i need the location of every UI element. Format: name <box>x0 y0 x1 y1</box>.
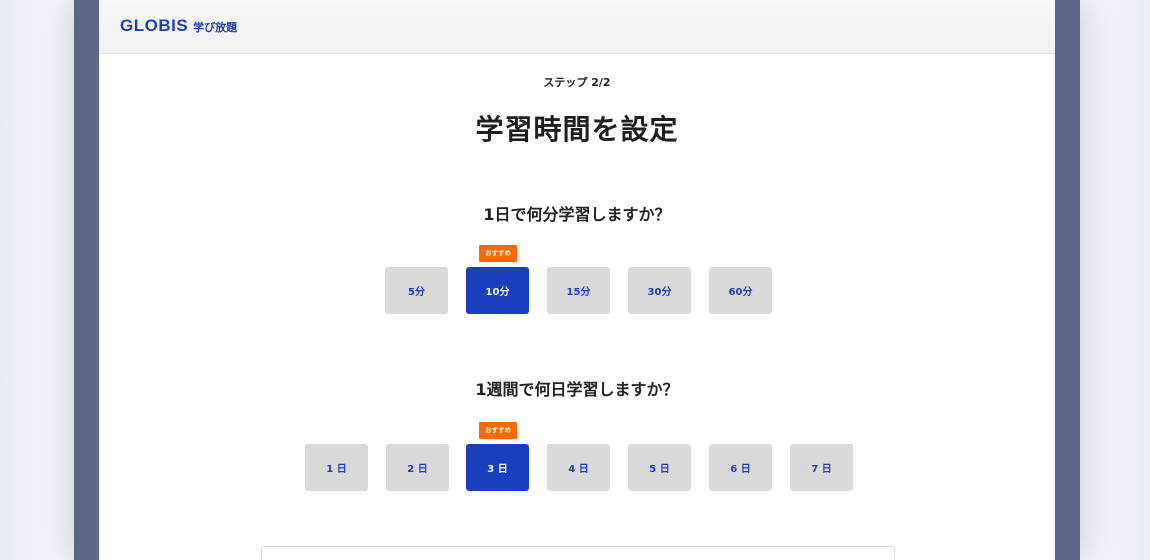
daily-option-10min[interactable]: 10分 <box>466 267 529 314</box>
app-screen: GLOBIS 学び放題 ステップ 2/2 学習時間を設定 1日で何分学習しますか… <box>99 0 1055 560</box>
logo-subtitle: 学び放題 <box>193 21 238 34</box>
weekly-option-4day[interactable]: 4 日 <box>547 444 610 491</box>
daily-option-60min[interactable]: 60分 <box>709 267 772 314</box>
weekly-option-7day[interactable]: 7 日 <box>790 444 853 491</box>
recommended-badge-daily: おすすめ <box>479 245 517 262</box>
weekly-option-1day[interactable]: 1 日 <box>305 444 368 491</box>
daily-option-30min[interactable]: 30分 <box>628 267 691 314</box>
page-title: 学習時間を設定 <box>475 113 679 146</box>
weekly-days-question: 1週間で何日学習しますか？ <box>475 380 679 399</box>
weekly-option-2day[interactable]: 2 日 <box>386 444 449 491</box>
daily-option-5min[interactable]: 5分 <box>385 267 448 314</box>
daily-minutes-question: 1日で何分学習しますか？ <box>483 205 671 224</box>
bottom-panel <box>261 546 895 560</box>
logo-wordmark: GLOBIS <box>120 16 189 35</box>
globis-logo[interactable]: GLOBIS 学び放題 <box>120 16 237 36</box>
recommended-badge-weekly: おすすめ <box>479 422 517 439</box>
step-indicator: ステップ 2/2 <box>543 76 611 89</box>
weekly-option-6day[interactable]: 6 日 <box>709 444 772 491</box>
daily-option-15min[interactable]: 15分 <box>547 267 610 314</box>
weekly-option-3day[interactable]: 3 日 <box>466 444 529 491</box>
app-header: GLOBIS 学び放題 <box>99 0 1055 54</box>
weekly-option-5day[interactable]: 5 日 <box>628 444 691 491</box>
